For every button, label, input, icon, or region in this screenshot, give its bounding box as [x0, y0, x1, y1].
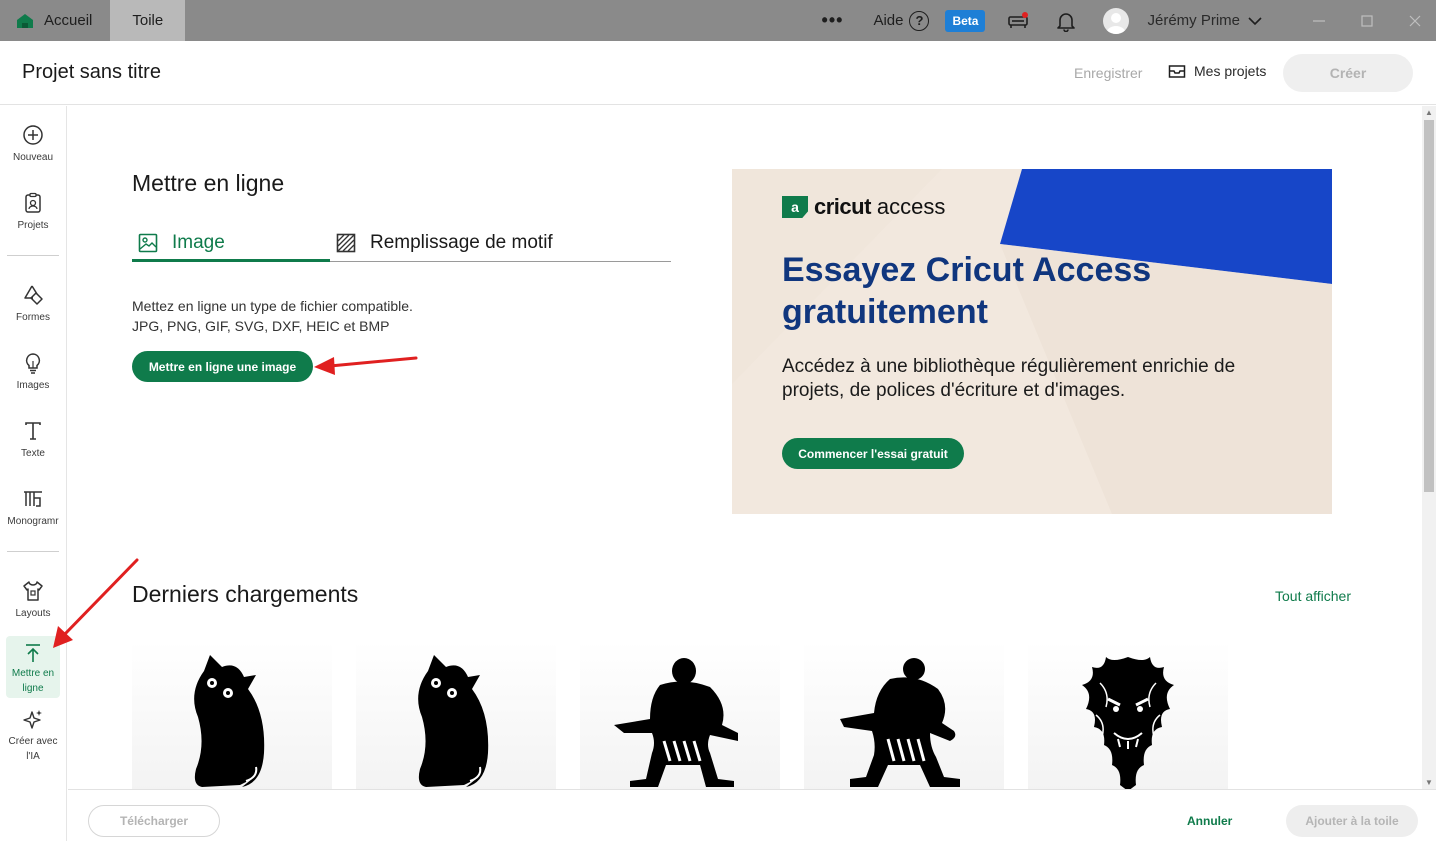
sparkle-icon [23, 710, 42, 729]
recent-upload-item[interactable] [1028, 641, 1228, 789]
tab-pattern-label: Remplissage de motif [370, 232, 553, 253]
sidebar-item-formes[interactable]: Formes [0, 284, 66, 325]
sidebar-item-label: Nouveau [12, 152, 54, 163]
recent-upload-item[interactable] [804, 641, 1004, 789]
sidebar-item-label: Images [16, 380, 50, 391]
tshirt-icon [23, 581, 43, 601]
tab-toile-label: Toile [132, 12, 164, 29]
chevron-down-icon[interactable] [1248, 14, 1262, 28]
home-icon [17, 13, 33, 28]
logo-brand: cricut [814, 194, 871, 219]
shapes-icon [24, 285, 43, 305]
upload-tabs: Image Remplissage de motif [132, 222, 671, 262]
tab-image-label: Image [172, 232, 225, 253]
sidebar-item-monogram[interactable]: Monogramr [0, 488, 66, 529]
scroll-down-icon[interactable]: ▼ [1425, 778, 1433, 787]
recent-upload-item[interactable] [356, 641, 556, 789]
tab-accueil[interactable]: Accueil [0, 0, 110, 41]
upload-icon [26, 644, 40, 662]
free-trial-button[interactable]: Commencer l'essai gratuit [782, 438, 964, 469]
cricut-access-logo: a cricut access [782, 194, 945, 220]
scroll-thumb[interactable] [1424, 120, 1434, 492]
recent-upload-item[interactable] [132, 641, 332, 789]
sumo-wrestler-icon [840, 658, 960, 787]
banner-subtitle: Accédez à une bibliothèque régulièrement… [782, 356, 1236, 401]
sidebar-item-images[interactable]: Images [0, 352, 66, 393]
banner-title: Essayez Cricut Access gratuitement [782, 251, 1152, 331]
my-projects-label: Mes projets [1194, 63, 1267, 79]
upload-description-line1: Mettez en ligne un type de fichier compa… [132, 298, 413, 314]
cricut-logo-icon: a [782, 196, 808, 218]
sidebar-item-label: Projets [17, 220, 49, 231]
active-tab-indicator [132, 259, 330, 262]
tab-pattern-fill[interactable]: Remplissage de motif [336, 226, 553, 260]
help-icon: ? [909, 10, 930, 31]
sidebar-item-texte[interactable]: Texte [0, 420, 66, 461]
minimize-icon[interactable] [1312, 14, 1326, 28]
upload-description-line2: JPG, PNG, GIF, SVG, DXF, HEIC et BMP [132, 318, 390, 334]
sidebar-item-layouts[interactable]: Layouts [0, 580, 66, 621]
sidebar-item-label: Mettre en ligne [11, 668, 55, 694]
create-button[interactable]: Créer [1283, 54, 1413, 92]
dragon-head-icon [1082, 657, 1174, 789]
add-to-canvas-button[interactable]: Ajouter à la toile [1286, 805, 1418, 837]
my-projects-button[interactable]: Mes projets [1168, 63, 1266, 79]
project-header: Projet sans titre Enregistrer Mes projet… [0, 41, 1436, 105]
avatar[interactable] [1103, 7, 1130, 34]
sidebar-item-label: Formes [16, 312, 50, 323]
download-button[interactable]: Télécharger [88, 805, 220, 837]
recent-upload-item[interactable] [580, 641, 780, 789]
sidebar-divider [7, 255, 59, 256]
window-titlebar: Accueil Toile ••• Aide ? Beta Jérémy Pri… [0, 0, 1436, 41]
more-options-button[interactable]: ••• [822, 10, 844, 31]
upload-description: Mettez en ligne un type de fichier compa… [132, 296, 413, 336]
upload-panel: Mettre en ligne Image Remplissage de mot… [68, 106, 1422, 789]
help-button[interactable]: Aide ? [873, 10, 930, 31]
image-icon [138, 233, 158, 253]
cricut-access-banner[interactable]: a cricut access Essayez Cricut Access gr… [732, 169, 1332, 514]
recent-uploads-title: Derniers chargements [132, 581, 359, 607]
sidebar-item-label: Monogramr [7, 516, 59, 527]
tab-image[interactable]: Image [138, 226, 225, 260]
sidebar-item-upload[interactable]: Mettre en ligne [6, 636, 60, 698]
sidebar-item-ai[interactable]: Créer avec l'IA [0, 708, 66, 764]
save-button[interactable]: Enregistrer [1074, 65, 1142, 81]
tab-toile[interactable]: Toile [110, 0, 186, 41]
upload-image-button[interactable]: Mettre en ligne une image [132, 351, 313, 382]
user-name[interactable]: Jérémy Prime [1147, 12, 1240, 29]
sidebar-item-label: Texte [21, 448, 45, 459]
main-scrollbar[interactable]: ▲ ▼ [1422, 106, 1436, 789]
sidebar-divider [7, 551, 59, 552]
close-icon[interactable] [1408, 14, 1422, 28]
sidebar-item-label: Layouts [15, 608, 51, 619]
help-label: Aide [873, 12, 904, 29]
pattern-icon [336, 233, 356, 253]
machine-icon[interactable] [1007, 10, 1029, 32]
cat-silhouette-icon [418, 655, 489, 787]
bell-icon[interactable] [1055, 10, 1077, 32]
sidebar: Nouveau Projets Formes Images Texte Mono… [0, 106, 67, 841]
scroll-up-icon[interactable]: ▲ [1425, 108, 1433, 117]
sidebar-item-label: Créer avec l'IA [8, 736, 58, 762]
beta-badge[interactable]: Beta [945, 9, 986, 32]
cat-silhouette-icon [194, 655, 265, 787]
inbox-icon [1168, 65, 1186, 78]
lightbulb-icon [25, 353, 41, 374]
text-icon [25, 422, 41, 440]
monogram-icon [24, 491, 42, 507]
projects-icon [25, 192, 41, 213]
project-title[interactable]: Projet sans titre [22, 61, 161, 84]
sumo-wrestler-icon [614, 658, 738, 787]
maximize-icon[interactable] [1360, 14, 1374, 28]
footer-bar: Télécharger Annuler Ajouter à la toile [68, 789, 1436, 841]
sidebar-item-nouveau[interactable]: Nouveau [0, 124, 66, 165]
cancel-button[interactable]: Annuler [1187, 814, 1232, 828]
user-icon [1106, 12, 1127, 34]
sidebar-item-projets[interactable]: Projets [0, 192, 66, 233]
plus-circle-icon [23, 125, 43, 145]
tab-accueil-label: Accueil [44, 12, 93, 29]
upload-title: Mettre en ligne [132, 170, 285, 196]
logo-product: access [876, 194, 946, 219]
see-all-link[interactable]: Tout afficher [1275, 588, 1351, 604]
